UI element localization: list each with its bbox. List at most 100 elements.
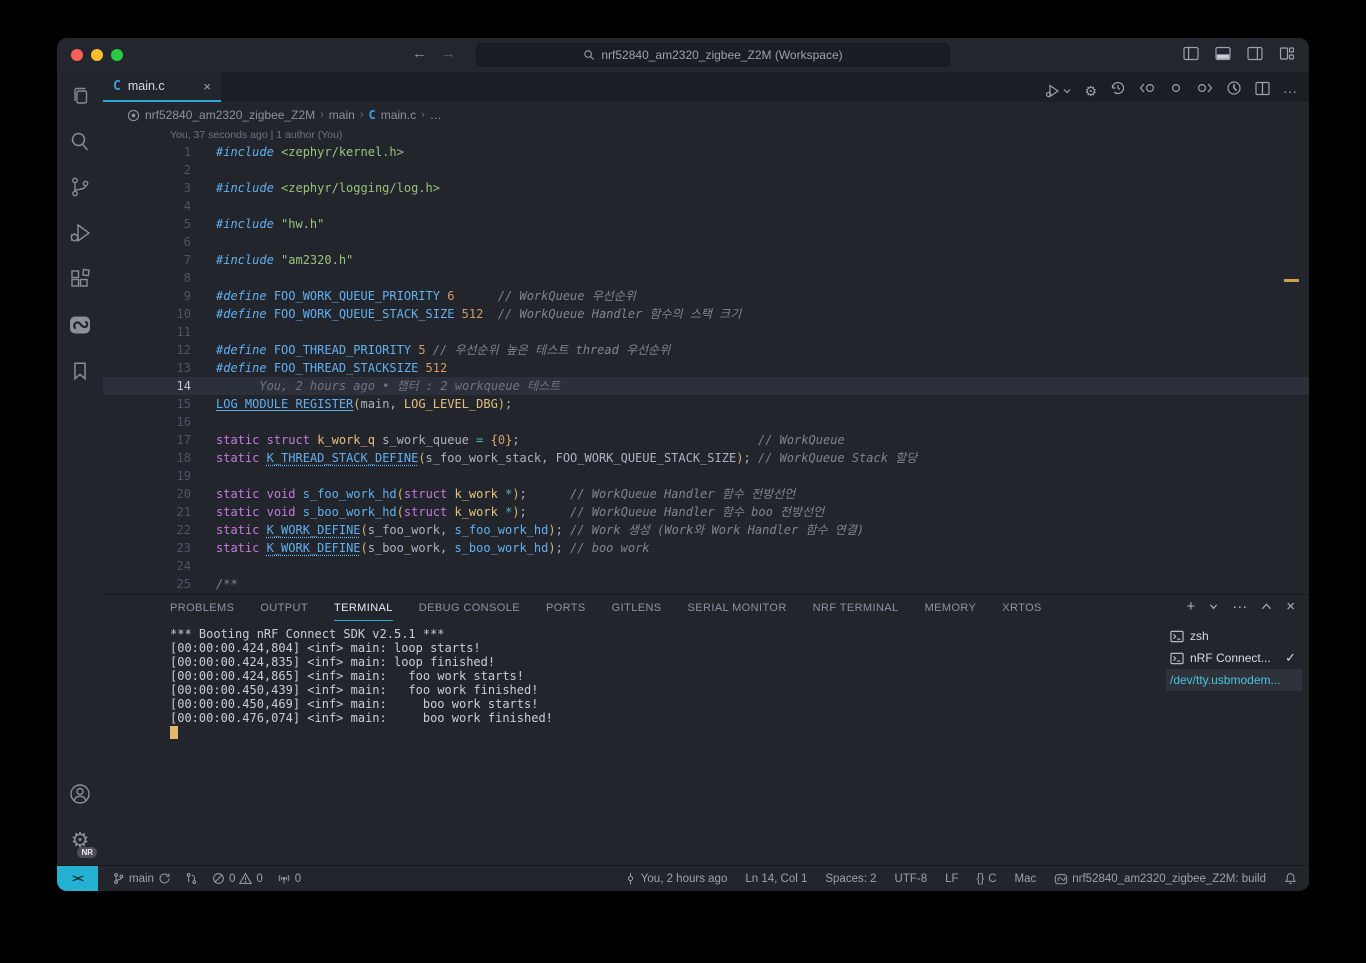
problems-indicator[interactable]: 0 0	[212, 872, 263, 885]
close-panel-icon[interactable]: ×	[1286, 599, 1295, 614]
code-line-3[interactable]: 3#include <zephyr/logging/log.h>	[103, 179, 1309, 197]
command-center-search[interactable]: nrf52840_am2320_zigbee_Z2M (Workspace)	[476, 43, 950, 67]
panel-tab-ports[interactable]: PORTS	[546, 602, 586, 621]
indentation[interactable]: Spaces: 2	[825, 873, 876, 885]
breadcrumb-file[interactable]: main.c	[381, 108, 416, 122]
code-line-16[interactable]: 16	[103, 413, 1309, 431]
code-line-6[interactable]: 6	[103, 233, 1309, 251]
configure-gear-icon[interactable]: ⚙	[1084, 84, 1097, 98]
gitlens-blame-icon[interactable]	[1226, 80, 1242, 101]
encoding[interactable]: UTF-8	[895, 873, 928, 885]
code-line-14[interactable]: 14 You, 2 hours ago • 챕터 : 2 workqueue 테…	[103, 377, 1309, 395]
extensions-icon[interactable]	[57, 256, 103, 302]
build-task[interactable]: nrf52840_am2320_zigbee_Z2M: build	[1054, 872, 1266, 886]
toggle-primary-sidebar-icon[interactable]	[1183, 46, 1199, 61]
code-line-17[interactable]: 17static struct k_work_q s_work_queue = …	[103, 431, 1309, 449]
tab-close-icon[interactable]: ×	[203, 79, 211, 94]
new-terminal-icon[interactable]: +	[1186, 599, 1195, 614]
remote-indicator[interactable]: ><	[57, 866, 98, 892]
previous-change-icon[interactable]	[1169, 80, 1183, 101]
notifications-bell[interactable]	[1284, 872, 1297, 885]
eol-sequence[interactable]: LF	[945, 873, 958, 885]
nav-forward-icon[interactable]: →	[441, 45, 456, 62]
sync-icon	[158, 872, 171, 885]
code-line-15[interactable]: 15LOG_MODULE_REGISTER(main, LOG_LEVEL_DB…	[103, 395, 1309, 413]
code-line-10[interactable]: 10#define FOO_WORK_QUEUE_STACK_SIZE 512 …	[103, 305, 1309, 323]
open-changes-prev-icon[interactable]	[1139, 80, 1156, 101]
toggle-secondary-sidebar-icon[interactable]	[1247, 46, 1263, 61]
panel-tab-nrf-terminal[interactable]: NRF TERMINAL	[813, 602, 899, 621]
panel-more-icon[interactable]: ···	[1232, 599, 1247, 614]
code-line-12[interactable]: 12#define FOO_THREAD_PRIORITY 5 // 우선순위 …	[103, 341, 1309, 359]
nav-back-icon[interactable]: ←	[412, 45, 427, 62]
terminal-output[interactable]: *** Booting nRF Connect SDK v2.5.1 ***[0…	[170, 627, 553, 739]
code-line-18[interactable]: 18static K_THREAD_STACK_DEFINE(s_foo_wor…	[103, 449, 1309, 467]
branch-indicator[interactable]: main	[112, 872, 171, 885]
terminal-icon	[1170, 630, 1184, 643]
source-control-icon[interactable]	[57, 164, 103, 210]
tab-main-c[interactable]: C main.c ×	[103, 72, 221, 102]
terminal-list-item[interactable]: zsh	[1166, 625, 1302, 647]
gitlens-compare[interactable]	[185, 872, 198, 885]
code-line-9[interactable]: 9#define FOO_WORK_QUEUE_PRIORITY 6 // Wo…	[103, 287, 1309, 305]
panel-tab-xrtos[interactable]: XRTOS	[1002, 602, 1042, 621]
bookmarks-icon[interactable]	[57, 348, 103, 394]
compare-icon	[185, 872, 198, 885]
more-actions-icon[interactable]: ···	[1283, 84, 1297, 98]
title-bar: ← → nrf52840_am2320_zigbee_Z2M (Workspac…	[57, 38, 1309, 72]
maximize-panel-icon[interactable]	[1261, 602, 1272, 611]
accounts-icon[interactable]	[57, 771, 103, 817]
blame-indicator[interactable]: You, 2 hours ago	[624, 872, 728, 885]
code-line-5[interactable]: 5#include "hw.h"	[103, 215, 1309, 233]
code-line-13[interactable]: 13#define FOO_THREAD_STACKSIZE 512	[103, 359, 1309, 377]
split-editor-icon[interactable]	[1255, 81, 1270, 101]
code-line-8[interactable]: 8	[103, 269, 1309, 287]
panel-tab-terminal[interactable]: TERMINAL	[334, 602, 393, 621]
panel-tab-debug-console[interactable]: DEBUG CONSOLE	[419, 602, 520, 621]
cursor-position[interactable]: Ln 14, Col 1	[745, 873, 807, 885]
code-line-22[interactable]: 22static K_WORK_DEFINE(s_foo_work, s_foo…	[103, 521, 1309, 539]
code-line-25[interactable]: 25/**	[103, 575, 1309, 593]
code-line-21[interactable]: 21static void s_boo_work_hd(struct k_wor…	[103, 503, 1309, 521]
code-line-20[interactable]: 20static void s_foo_work_hd(struct k_wor…	[103, 485, 1309, 503]
timeline-history-icon[interactable]	[1110, 80, 1126, 101]
breadcrumb-folder[interactable]: main	[329, 108, 355, 122]
status-bar: >< main 0 0 0 You, 2 hours ago Ln 14, Co…	[57, 865, 1309, 891]
terminal-list-item[interactable]: nRF Connect...✓	[1166, 647, 1302, 669]
code-editor[interactable]: You, 37 seconds ago | 1 author (You) 1#i…	[103, 128, 1309, 594]
terminal-list-item[interactable]: /dev/tty.usbmodem...	[1166, 669, 1302, 691]
search-sidebar-icon[interactable]	[57, 118, 103, 164]
manage-gear-icon[interactable]: ⚙ NR	[57, 817, 103, 863]
language-mode[interactable]: {} C	[977, 873, 997, 885]
panel-tab-output[interactable]: OUTPUT	[260, 602, 308, 621]
os-indicator[interactable]: Mac	[1015, 873, 1037, 885]
code-line-4[interactable]: 4	[103, 197, 1309, 215]
run-debug-icon[interactable]	[57, 210, 103, 256]
panel-tab-problems[interactable]: PROBLEMS	[170, 602, 234, 621]
terminal-cursor	[170, 726, 178, 739]
code-line-24[interactable]: 24	[103, 557, 1309, 575]
code-line-2[interactable]: 2	[103, 161, 1309, 179]
zoom-window-button[interactable]	[111, 49, 123, 61]
breadcrumb-symbol[interactable]: …	[430, 108, 442, 122]
panel-tab-gitlens[interactable]: GITLENS	[612, 602, 662, 621]
code-line-7[interactable]: 7#include "am2320.h"	[103, 251, 1309, 269]
panel-tab-serial-monitor[interactable]: SERIAL MONITOR	[688, 602, 787, 621]
explorer-icon[interactable]	[57, 72, 103, 118]
minimize-window-button[interactable]	[91, 49, 103, 61]
breadcrumb-project[interactable]: nrf52840_am2320_zigbee_Z2M	[145, 108, 315, 122]
terminal-dropdown-chevron-icon[interactable]	[1209, 602, 1218, 611]
next-change-icon[interactable]	[1196, 80, 1213, 101]
customize-layout-icon[interactable]	[1279, 46, 1295, 61]
code-line-23[interactable]: 23static K_WORK_DEFINE(s_boo_work, s_boo…	[103, 539, 1309, 557]
close-window-button[interactable]	[71, 49, 83, 61]
codelens-blame[interactable]: You, 37 seconds ago | 1 author (You)	[103, 128, 1309, 143]
code-line-19[interactable]: 19	[103, 467, 1309, 485]
run-debug-file-icon[interactable]	[1045, 83, 1071, 99]
code-line-1[interactable]: 1#include <zephyr/kernel.h>	[103, 143, 1309, 161]
code-line-11[interactable]: 11	[103, 323, 1309, 341]
panel-tab-memory[interactable]: MEMORY	[925, 602, 977, 621]
ports-indicator[interactable]: 0	[277, 872, 301, 885]
nrf-connect-icon[interactable]	[57, 302, 103, 348]
toggle-panel-icon[interactable]	[1215, 46, 1231, 61]
